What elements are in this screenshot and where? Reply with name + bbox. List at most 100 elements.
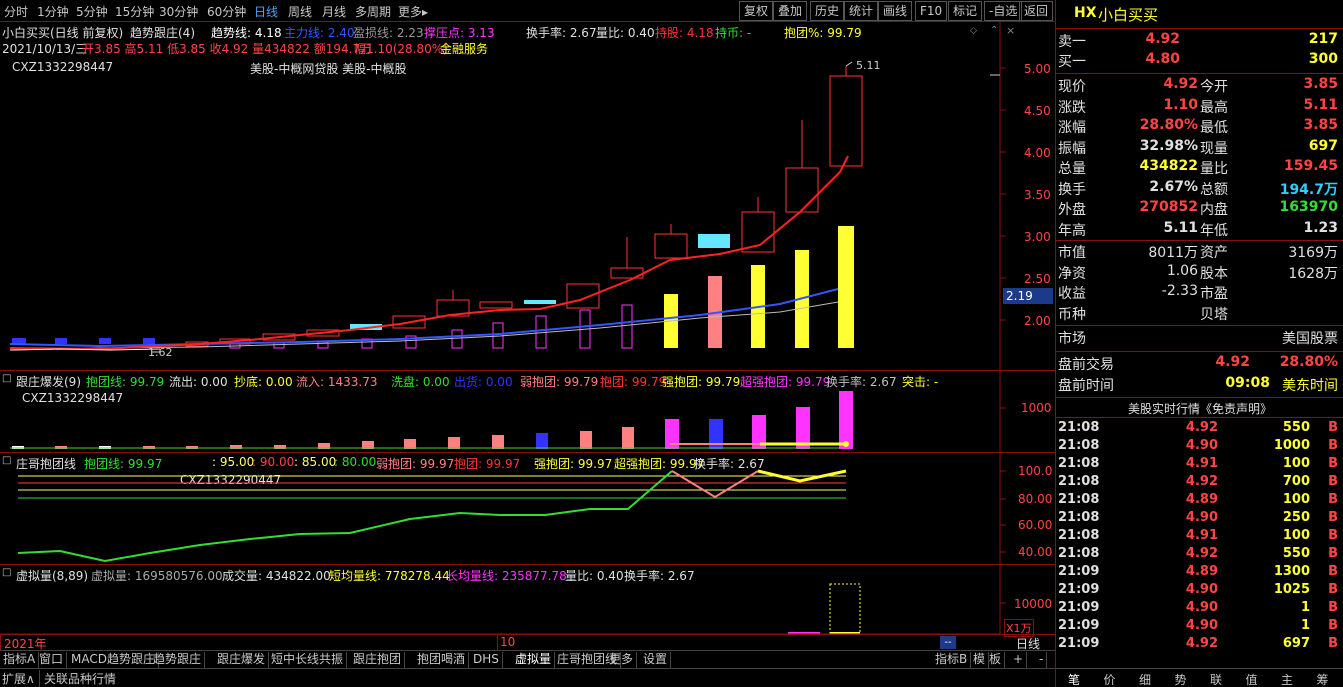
follow-burst-panel[interactable]: □ 跟庄爆发(9) 抱团线: 99.79 流出: 0.00 抄底: 0.00 流入: … [0, 370, 1055, 453]
y-tick-200: 2.00 [1024, 314, 1051, 328]
trade-tick-row: 21:08 4.90 250 B [1056, 510, 1343, 528]
quote-value: 1.10 [1163, 96, 1198, 113]
tick-time: 21:08 [1058, 456, 1100, 471]
period-tab-1[interactable]: 1分钟 [37, 3, 69, 20]
fundamental-row: 币种 贝塔 [1056, 304, 1343, 325]
quote-row: 年高 5.11 年低 1.23 [1056, 220, 1343, 241]
indicator-tab-2[interactable]: MACD趋势跟庄 [68, 652, 159, 668]
main-kline-panel[interactable]: 小白买买(日线 前复权) 趋势跟庄(4) 趋势线: 4.18 主力线: 2.40… [0, 22, 1055, 370]
toolbar-button-3[interactable]: 统计 [844, 1, 879, 21]
tick-time: 21:08 [1058, 420, 1100, 435]
toolbar-button-1[interactable]: 叠加 [773, 1, 808, 21]
hug-line-panel[interactable]: □ 庄哥抱团线 抱团线: 99.97: 95.00: 90.00: 85.00:… [0, 452, 1055, 565]
indicator-tab-3[interactable]: 趋势跟庄 [150, 652, 206, 668]
indicator-tab-8[interactable]: DHS [470, 652, 503, 668]
toolbar-button-0[interactable]: 复权 [739, 1, 774, 21]
indicator-tab-7[interactable]: 抱团喝酒 [414, 652, 470, 668]
quote-row: 振幅 32.98% 现量 697 [1056, 138, 1343, 159]
indicator-tab-1[interactable]: 窗口 [36, 652, 68, 668]
tick-price: 4.90 [1185, 618, 1218, 633]
indicator-tab-9[interactable]: 虚拟量 [512, 652, 556, 668]
panel3-chart [17, 453, 1006, 565]
related-quotes-button[interactable]: 关联品种行情 [44, 670, 116, 687]
indicator-tab-5[interactable]: 短中长线共振 [268, 652, 348, 668]
quote-tab-5[interactable]: 值 [1246, 671, 1258, 687]
tick-side: B [1328, 600, 1338, 615]
quote-row: 涨幅 28.80% 最低 3.85 [1056, 117, 1343, 138]
stock-name: 小白买买 [1098, 6, 1159, 24]
tick-price: 4.90 [1185, 582, 1218, 597]
market-row: 市场 美国股票 [1058, 331, 1338, 347]
quote-tab-2[interactable]: 细 [1139, 671, 1151, 687]
toolbar-button-6[interactable]: 标记 [948, 1, 983, 21]
period-tab-2[interactable]: 5分钟 [76, 3, 108, 20]
quote-tab-6[interactable]: 主 [1281, 671, 1293, 687]
quote-tab-0[interactable]: 笔 [1068, 671, 1080, 687]
indicator-b-tab-4[interactable]: - [1036, 652, 1048, 668]
kline-chart[interactable] [0, 22, 1055, 370]
quote-tab-7[interactable]: 筹 [1317, 671, 1329, 687]
stock-terminal-window: 分时 1分钟 5分钟 15分钟 30分钟 60分钟 日线 周线 月线 多周期 更多▸ 复权 叠加 历史 统计… [0, 0, 1343, 687]
quote-label: 内盘 [1200, 202, 1228, 218]
toolbar-button-8[interactable]: 返回 [1019, 1, 1054, 21]
indicator-tab-4[interactable]: 跟庄爆发 [214, 652, 270, 668]
quote-label: 现量 [1200, 140, 1228, 157]
period-tab-10[interactable]: 更多▸ [398, 3, 428, 20]
y-tick-500: 5.00 [1024, 62, 1051, 76]
period-tab-0[interactable]: 分时 [4, 3, 28, 20]
hx-logo: HX [1074, 5, 1097, 21]
quote-tab-4[interactable]: 联 [1210, 671, 1222, 687]
toolbar-button-7[interactable]: -自选 [984, 1, 1023, 21]
fund-label: 市值 [1058, 245, 1086, 261]
indicator-b-tab-2[interactable]: 板 [986, 652, 1006, 668]
indicator-tab-6[interactable]: 跟庄抱团 [350, 652, 406, 668]
trades-title: 美股实时行情《免责声明》 [1127, 402, 1272, 416]
trade-tick-row: 21:08 4.92 700 B [1056, 474, 1343, 492]
toolbar-button-2[interactable]: 历史 [810, 1, 845, 21]
period-tab-3[interactable]: 15分钟 [115, 3, 154, 20]
period-tab-7[interactable]: 周线 [288, 3, 312, 20]
quote-value: 3.85 [1303, 117, 1338, 133]
tick-price: 4.92 [1185, 546, 1218, 561]
tick-time: 21:09 [1058, 564, 1100, 579]
current-price-tag: 2.19 [1006, 289, 1033, 303]
indicator-b-tab-3[interactable]: + [1010, 652, 1028, 668]
quote-tab-1[interactable]: 价 [1104, 671, 1116, 687]
period-tab-6[interactable]: 日线 [254, 3, 278, 20]
indicator-tab-11[interactable]: 更多 [606, 652, 638, 668]
buy1-row: 买一 4.80 300 [1058, 51, 1338, 70]
quote-label: 年高 [1058, 222, 1086, 239]
period-tab-5[interactable]: 60分钟 [207, 3, 246, 20]
quote-value: 194.7万 [1279, 181, 1338, 198]
virtual-volume-panel[interactable]: □ 虚拟量(8,89) 虚拟量: 169580576.00 成交量: 43482… [0, 564, 1055, 637]
quote-row: 现价 4.92 今开 3.85 [1056, 76, 1343, 97]
tick-time: 21:08 [1058, 510, 1100, 525]
quote-tab-3[interactable]: 势 [1175, 671, 1187, 687]
quote-label: 换手 [1058, 181, 1086, 198]
period-tab-4[interactable]: 30分钟 [159, 3, 198, 20]
indicator-b-tab-0[interactable]: 指标B [932, 652, 972, 668]
y-tick-350: 3.50 [1024, 188, 1051, 202]
candles [12, 66, 863, 347]
expand-button[interactable]: 扩展∧ [2, 670, 40, 687]
toolbar-button-4[interactable]: 画线 [878, 1, 913, 21]
fundamental-row: 市值 8011万 资产 3169万 [1056, 242, 1343, 263]
quote-value: 163970 [1279, 199, 1338, 215]
tick-time: 21:09 [1058, 618, 1100, 633]
period-tab-8[interactable]: 月线 [322, 3, 346, 20]
tick-volume: 1 [1300, 600, 1310, 615]
period-tab-9[interactable]: 多周期 [355, 3, 391, 20]
tick-time: 21:08 [1058, 492, 1100, 507]
indicator-tab-12[interactable]: 设置 [640, 652, 672, 668]
panel2-chart [10, 371, 1006, 453]
tick-volume: 1 [1300, 618, 1310, 633]
time-axis: 2021年 10 -- 日线 [0, 634, 1055, 651]
toolbar-button-5[interactable]: F10 [915, 1, 948, 21]
quote-label: 量比 [1200, 161, 1228, 177]
trade-tick-row: 21:08 4.91 100 B [1056, 456, 1343, 474]
tick-price: 4.92 [1185, 636, 1218, 651]
tick-volume: 100 [1282, 492, 1310, 507]
tick-volume: 1300 [1273, 564, 1310, 579]
indicator-tab-0[interactable]: 指标A [0, 652, 40, 668]
scroll-button[interactable]: -- [940, 636, 956, 649]
